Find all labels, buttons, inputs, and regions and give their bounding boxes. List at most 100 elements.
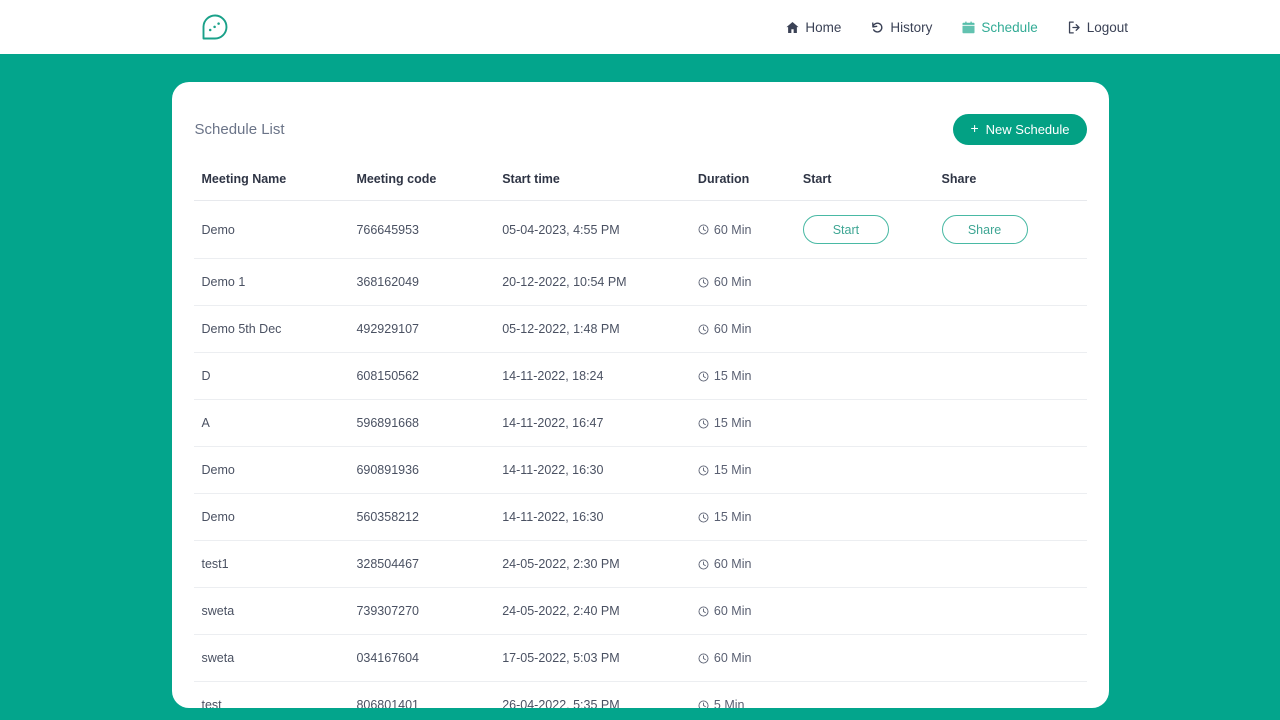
cell-meeting-name: sweta (194, 588, 349, 635)
clock-icon (698, 371, 709, 382)
duration-label: 15 Min (714, 510, 752, 524)
table-row: sweta73930727024-05-2022, 2:40 PM60 Min (194, 588, 1087, 635)
cell-duration: 60 Min (690, 259, 795, 306)
calendar-icon (962, 21, 975, 34)
nav-label-logout: Logout (1087, 20, 1128, 35)
cell-start-time: 14-11-2022, 16:30 (494, 447, 690, 494)
new-schedule-label: New Schedule (986, 122, 1070, 137)
column-header-duration: Duration (690, 162, 795, 201)
nav-label-home: Home (805, 20, 841, 35)
nav-label-schedule: Schedule (981, 20, 1037, 35)
cell-start-action (795, 541, 934, 588)
cell-meeting-code: 596891668 (348, 400, 494, 447)
cell-meeting-code: 492929107 (348, 306, 494, 353)
clock-icon (698, 512, 709, 523)
cell-start-time: 17-05-2022, 5:03 PM (494, 635, 690, 682)
cell-share-action (934, 635, 1087, 682)
chat-bubble-dots-icon (196, 8, 234, 46)
table-row: sweta03416760417-05-2022, 5:03 PM 60 Min (194, 635, 1087, 682)
cell-share-action (934, 400, 1087, 447)
cell-share-action (934, 682, 1087, 709)
column-header-start-time: Start time (494, 162, 690, 201)
schedule-table: Meeting Name Meeting code Start time Dur… (194, 162, 1087, 708)
clock-icon (698, 418, 709, 429)
column-header-share: Share (934, 162, 1087, 201)
top-navbar: Home History Schedule (0, 0, 1280, 54)
sign-out-icon (1068, 21, 1081, 34)
duration-label: 60 Min (714, 275, 752, 289)
clock-icon (698, 277, 709, 288)
nav-item-logout[interactable]: Logout (1068, 20, 1128, 35)
cell-start-time: 24-05-2022, 2:30 PM (494, 541, 690, 588)
cell-share-action (934, 353, 1087, 400)
cell-start-time: 05-12-2022, 1:48 PM (494, 306, 690, 353)
duration-label: 5 Min (714, 698, 745, 708)
start-button[interactable]: Start (803, 215, 889, 244)
cell-start-time: 14-11-2022, 18:24 (494, 353, 690, 400)
cell-share-action (934, 588, 1087, 635)
cell-meeting-code: 368162049 (348, 259, 494, 306)
nav-label-history: History (890, 20, 932, 35)
table-row: Demo69089193614-11-2022, 16:30 15 Min (194, 447, 1087, 494)
cell-meeting-name: sweta (194, 635, 349, 682)
table-row: Demo 136816204920-12-2022, 10:54 PM60 Mi… (194, 259, 1087, 306)
duration-label: 15 Min (714, 416, 752, 430)
plus-icon: + (970, 121, 978, 135)
cell-start-action (795, 588, 934, 635)
table-head: Meeting Name Meeting code Start time Dur… (194, 162, 1087, 201)
table-row: test132850446724-05-2022, 2:30 PM60 Min (194, 541, 1087, 588)
cell-start-time: 14-11-2022, 16:47 (494, 400, 690, 447)
cell-start-time: 14-11-2022, 16:30 (494, 494, 690, 541)
cell-meeting-name: Demo (194, 447, 349, 494)
table-row: A59689166814-11-2022, 16:47 15 Min (194, 400, 1087, 447)
share-button[interactable]: Share (942, 215, 1028, 244)
duration-label: 60 Min (714, 322, 752, 336)
cell-meeting-code: 690891936 (348, 447, 494, 494)
page-title: Schedule List (194, 121, 285, 138)
cell-start-time: 20-12-2022, 10:54 PM (494, 259, 690, 306)
table-row: Demo 5th Dec49292910705-12-2022, 1:48 PM… (194, 306, 1087, 353)
cell-duration: 15 Min (690, 494, 795, 541)
table-body: Demo76664595305-04-2023, 4:55 PM60 MinSt… (194, 201, 1087, 709)
table-row: Demo76664595305-04-2023, 4:55 PM60 MinSt… (194, 201, 1087, 259)
cell-meeting-code: 739307270 (348, 588, 494, 635)
duration-label: 15 Min (714, 369, 752, 383)
cell-share-action (934, 541, 1087, 588)
cell-duration: 60 Min (690, 541, 795, 588)
duration-label: 60 Min (714, 223, 752, 237)
cell-meeting-code: 560358212 (348, 494, 494, 541)
cell-share-action (934, 447, 1087, 494)
nav-item-history[interactable]: History (871, 20, 932, 35)
clock-icon (698, 606, 709, 617)
cell-meeting-name: A (194, 400, 349, 447)
cell-meeting-name: Demo (194, 201, 349, 259)
cell-meeting-code: 328504467 (348, 541, 494, 588)
cell-meeting-name: Demo (194, 494, 349, 541)
cell-start-action (795, 306, 934, 353)
cell-start-time: 05-04-2023, 4:55 PM (494, 201, 690, 259)
cell-meeting-name: test (194, 682, 349, 709)
duration-label: 15 Min (714, 463, 752, 477)
table-row: test80680140126-04-2022, 5:35 PM5 Min (194, 682, 1087, 709)
duration-label: 60 Min (714, 604, 752, 618)
table-header-row: Meeting Name Meeting code Start time Dur… (194, 162, 1087, 201)
table-row: D60815056214-11-2022, 18:2415 Min (194, 353, 1087, 400)
card-header: Schedule List + New Schedule (194, 108, 1087, 150)
cell-start-action (795, 447, 934, 494)
clock-icon (698, 324, 709, 335)
column-header-meeting-name: Meeting Name (194, 162, 349, 201)
cell-meeting-code: 806801401 (348, 682, 494, 709)
cell-meeting-code: 034167604 (348, 635, 494, 682)
duration-label: 60 Min (714, 651, 752, 665)
clock-icon (698, 465, 709, 476)
cell-start-action (795, 494, 934, 541)
cell-start-action (795, 353, 934, 400)
nav-item-schedule[interactable]: Schedule (962, 20, 1037, 35)
cell-start-action (795, 259, 934, 306)
nav-item-home[interactable]: Home (786, 20, 841, 35)
history-icon (871, 21, 884, 34)
cell-start-action (795, 682, 934, 709)
new-schedule-button[interactable]: + New Schedule (953, 114, 1086, 145)
brand-logo[interactable] (196, 8, 234, 46)
clock-icon (698, 653, 709, 664)
